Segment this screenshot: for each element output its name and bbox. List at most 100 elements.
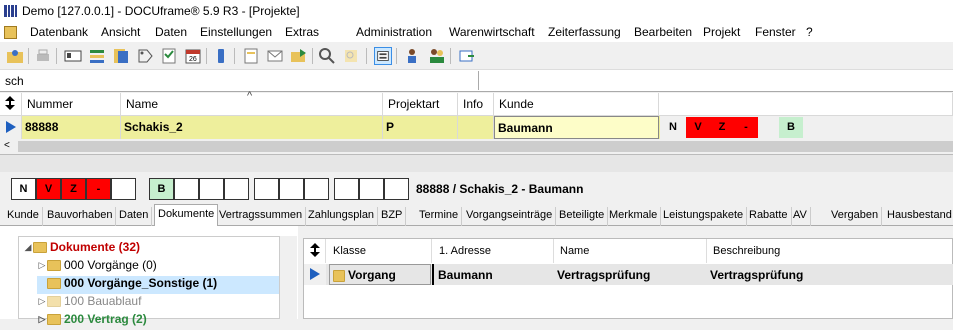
column-header-klasse[interactable]: Klasse xyxy=(326,239,432,263)
tags-icon[interactable] xyxy=(136,47,154,65)
tab-dokumente[interactable]: Dokumente xyxy=(154,204,219,227)
flag-header-area xyxy=(659,93,953,116)
cell-name[interactable]: Schakis_2 xyxy=(121,116,383,139)
calendar-icon[interactable]: 26 xyxy=(184,47,202,65)
cell-adresse[interactable]: Baumann xyxy=(432,264,554,285)
tree-item-selected[interactable]: 000 Vorgänge_Sonstige (1) xyxy=(37,276,279,294)
tab-leistungspakete[interactable]: Leistungspakete xyxy=(660,207,748,226)
column-header-adresse[interactable]: 1. Adresse xyxy=(432,239,554,263)
tab-termine[interactable]: Termine xyxy=(416,207,463,226)
users-folder-icon[interactable] xyxy=(6,47,24,65)
column-header-nummer[interactable]: Nummer xyxy=(22,93,121,116)
scrollbar-thumb[interactable] xyxy=(18,141,953,152)
flag-z[interactable]: Z xyxy=(710,117,734,138)
cell-klasse[interactable]: Vorgang xyxy=(329,264,431,285)
address-card-icon[interactable] xyxy=(64,47,82,65)
tab-merkmale[interactable]: Merkmale xyxy=(606,207,662,226)
menu-daten[interactable]: Daten xyxy=(155,25,187,39)
flag-n[interactable]: N xyxy=(661,117,685,138)
tab-beteiligte[interactable]: Beteiligte xyxy=(556,207,609,226)
column-header-projektart[interactable]: Projektart xyxy=(383,93,458,116)
email-icon[interactable] xyxy=(266,47,284,65)
group-icon[interactable] xyxy=(428,47,446,65)
search-icon[interactable] xyxy=(318,47,336,65)
column-header-beschreibung[interactable]: Beschreibung xyxy=(707,239,953,263)
person-icon[interactable] xyxy=(404,47,422,65)
menu-einstellungen[interactable]: Einstellungen xyxy=(200,25,272,39)
menu-fenster[interactable]: Fenster xyxy=(755,25,796,39)
tree-item-root[interactable]: ◢ Dokumente (32) xyxy=(23,240,278,258)
tab-daten[interactable]: Daten xyxy=(116,207,153,226)
tab-bzp[interactable]: BZP xyxy=(378,207,407,226)
cell-projektart[interactable]: P xyxy=(383,116,458,139)
splitter[interactable] xyxy=(0,154,953,172)
new-document-icon[interactable] xyxy=(242,47,260,65)
menu-warenwirtschaft[interactable]: Warenwirtschaft xyxy=(449,25,535,39)
row-pointer[interactable] xyxy=(304,264,326,285)
status-box-dash: - xyxy=(86,178,111,200)
expand-icon[interactable]: ▷ xyxy=(37,296,47,307)
cell-beschreibung[interactable]: Vertragsprüfung xyxy=(707,264,953,285)
phone-icon[interactable] xyxy=(212,47,230,65)
export-icon[interactable] xyxy=(458,47,476,65)
tree-item[interactable]: ▷ 200 Vertrag (2) xyxy=(37,312,277,330)
flag-b[interactable]: B xyxy=(779,117,803,138)
column-header-info[interactable]: Info xyxy=(458,93,494,116)
cell-kunde[interactable]: Baumann xyxy=(494,116,659,139)
menu-extras[interactable]: Extras xyxy=(285,25,319,39)
tree-item[interactable]: ▷ 100 Bauablauf xyxy=(37,294,277,312)
tree-item[interactable]: ▷ 000 Vorgänge (0) xyxy=(37,258,277,276)
menu-datenbank[interactable]: Datenbank xyxy=(30,25,88,39)
status-box-empty xyxy=(304,178,329,200)
toolbar: 26 xyxy=(0,42,953,70)
scroll-left-icon[interactable]: < xyxy=(4,140,10,151)
tab-vertragssummen[interactable]: Vertragssummen xyxy=(216,207,307,226)
status-box-empty xyxy=(279,178,304,200)
form-view-icon[interactable] xyxy=(374,47,392,65)
menu-help[interactable]: ? xyxy=(806,25,813,39)
menu-projekt[interactable]: Projekt xyxy=(703,25,740,39)
toolbar-separator xyxy=(56,48,57,64)
menu-ansicht[interactable]: Ansicht xyxy=(101,25,140,39)
cell-info[interactable] xyxy=(458,116,494,139)
search-disabled-icon[interactable] xyxy=(342,47,360,65)
expand-icon[interactable]: ▷ xyxy=(37,314,47,325)
tree-vertical-scrollbar[interactable] xyxy=(280,236,297,319)
cell-nummer[interactable]: 88888 xyxy=(22,116,121,139)
menu-administration[interactable]: Administration xyxy=(356,25,432,39)
status-box-empty xyxy=(334,178,359,200)
folder-icon xyxy=(33,242,47,254)
cell-name[interactable]: Vertragsprüfung xyxy=(554,264,707,285)
checklist-icon[interactable] xyxy=(160,47,178,65)
column-header-kunde[interactable]: Kunde xyxy=(494,93,659,116)
menu-bearbeiten[interactable]: Bearbeiten xyxy=(634,25,692,39)
row-pointer[interactable] xyxy=(0,116,22,139)
horizontal-scrollbar[interactable]: < xyxy=(0,139,953,154)
expand-icon[interactable]: ▷ xyxy=(37,260,47,271)
print-icon[interactable] xyxy=(34,47,52,65)
menu-zeiterfassung[interactable]: Zeiterfassung xyxy=(548,25,621,39)
tab-av[interactable]: AV xyxy=(790,207,811,226)
column-header-name[interactable]: Name xyxy=(554,239,707,263)
svg-text:26: 26 xyxy=(189,56,197,63)
menu-app-icon[interactable] xyxy=(4,26,17,39)
list-icon[interactable] xyxy=(88,47,106,65)
tab-vorgangseintraege[interactable]: Vorgangseinträge xyxy=(463,207,557,226)
flag-v[interactable]: V xyxy=(686,117,710,138)
sort-arrows-icon xyxy=(310,243,320,257)
collapse-icon[interactable]: ◢ xyxy=(23,242,33,253)
tab-zahlungsplan[interactable]: Zahlungsplan xyxy=(305,207,379,226)
tab-kunde[interactable]: Kunde xyxy=(4,207,43,226)
row-resize-handle[interactable] xyxy=(304,239,326,263)
flag-dash[interactable]: - xyxy=(734,117,758,138)
tab-rabatte[interactable]: Rabatte xyxy=(746,207,792,226)
tab-vergaben[interactable]: Vergaben xyxy=(828,207,883,226)
toolbar-separator xyxy=(206,48,207,64)
folder-arrow-icon[interactable] xyxy=(290,47,308,65)
tab-bauvorhaben[interactable]: Bauvorhaben xyxy=(44,207,117,226)
tab-hausbestand[interactable]: Hausbestand xyxy=(884,207,953,226)
search-input[interactable] xyxy=(3,71,479,90)
documents-icon[interactable] xyxy=(112,47,130,65)
tree-item-label: 000 Vorgänge_Sonstige (1) xyxy=(64,276,218,290)
row-resize-handle[interactable] xyxy=(0,93,22,116)
